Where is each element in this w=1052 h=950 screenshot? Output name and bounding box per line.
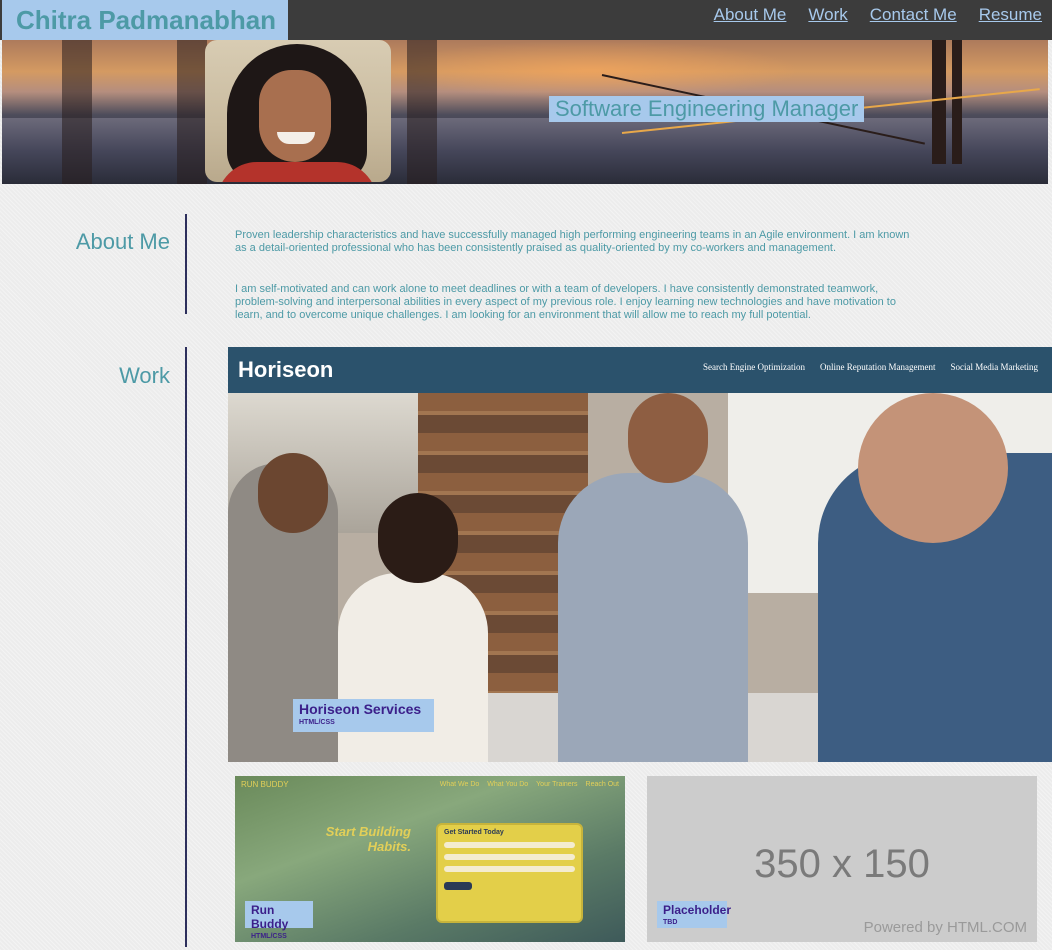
hero-banner [2,40,1048,184]
nav-link-about-me[interactable]: About Me [714,5,787,25]
scene-person [338,573,488,762]
featured-project-tech: HTML/CSS [299,719,335,726]
placeholder-size-text: 350 x 150 [754,842,930,886]
sunset-glow [382,40,802,100]
nav-link-resume[interactable]: Resume [979,5,1042,25]
photo-smile [277,132,315,144]
screenshot-link: Social Media Marketing [950,362,1038,372]
runbuddy-nav-link: What We Do [439,781,480,788]
scene-person-head [378,493,458,583]
featured-project-caption[interactable]: Horiseon Services HTML/CSS [293,699,434,732]
runbuddy-nav-link: Your Trainers [536,781,578,788]
photo-face [259,70,331,162]
runbuddy-headline: Start Building Habits. [325,824,411,854]
work-divider [185,347,187,947]
placeholder-title: Placeholder [663,903,732,917]
screenshot-link: Search Engine Optimization [703,362,806,372]
scene-person-head [258,453,328,533]
photo-shirt [217,162,377,182]
about-paragraph-1: Proven leadership characteristics and ha… [235,229,910,254]
about-heading: About Me [75,229,170,254]
runbuddy-nav-link: Reach Out [585,781,619,788]
screenshot-nav: Horiseon Search Engine Optimization Onli… [228,347,1052,393]
runbuddy-form-button [444,882,472,890]
scene-person-head [858,393,1008,543]
nav-link-contact-me[interactable]: Contact Me [870,5,957,25]
placeholder-powered-text: Powered by HTML.COM [863,919,1027,936]
runbuddy-logo: RUN BUDDY [241,780,289,789]
placeholder-tech: TBD [663,919,678,926]
run-buddy-tech: HTML/CSS [251,933,287,940]
work-heading: Work [119,363,170,388]
bridge-tower [952,40,962,164]
site-name: Chitra Padmanabhan [2,0,288,40]
about-paragraph-2: I am self-motivated and can work alone t… [235,283,896,321]
bay-water [2,118,1048,184]
run-buddy-title: Run Buddy [251,903,289,931]
scene-person [558,473,748,762]
runbuddy-form-field [444,866,575,872]
screenshot-links: Search Engine Optimization Online Reputa… [703,362,1038,372]
runbuddy-form-field [444,854,575,860]
bridge-tower [932,40,946,164]
screenshot-logo: Horiseon [238,357,334,382]
bridge-pillar [177,40,207,184]
nav-link-work[interactable]: Work [808,5,847,25]
run-buddy-caption[interactable]: Run Buddy HTML/CSS [245,901,313,940]
runbuddy-form-field [444,842,575,848]
top-header: Chitra Padmanabhan About Me Work Contact… [0,0,1052,40]
scene-person-head [628,393,708,483]
runbuddy-form-title: Get Started Today [444,829,504,836]
runbuddy-nav: What We Do What You Do Your Trainers Rea… [440,781,619,788]
runbuddy-nav-link: What You Do [487,781,529,788]
placeholder-caption[interactable]: Placeholder TBD [657,901,732,928]
screenshot-link: Online Reputation Management [820,362,936,372]
runbuddy-form: Get Started Today [436,823,583,923]
bridge-pillar [62,40,92,184]
about-divider [185,214,187,314]
bridge-pillar [407,40,437,184]
main-nav: About Me Work Contact Me Resume [714,5,1042,25]
profile-photo [205,40,391,182]
featured-project-title: Horiseon Services [299,701,422,717]
hero-title: Software Engineering Manager [549,96,865,122]
